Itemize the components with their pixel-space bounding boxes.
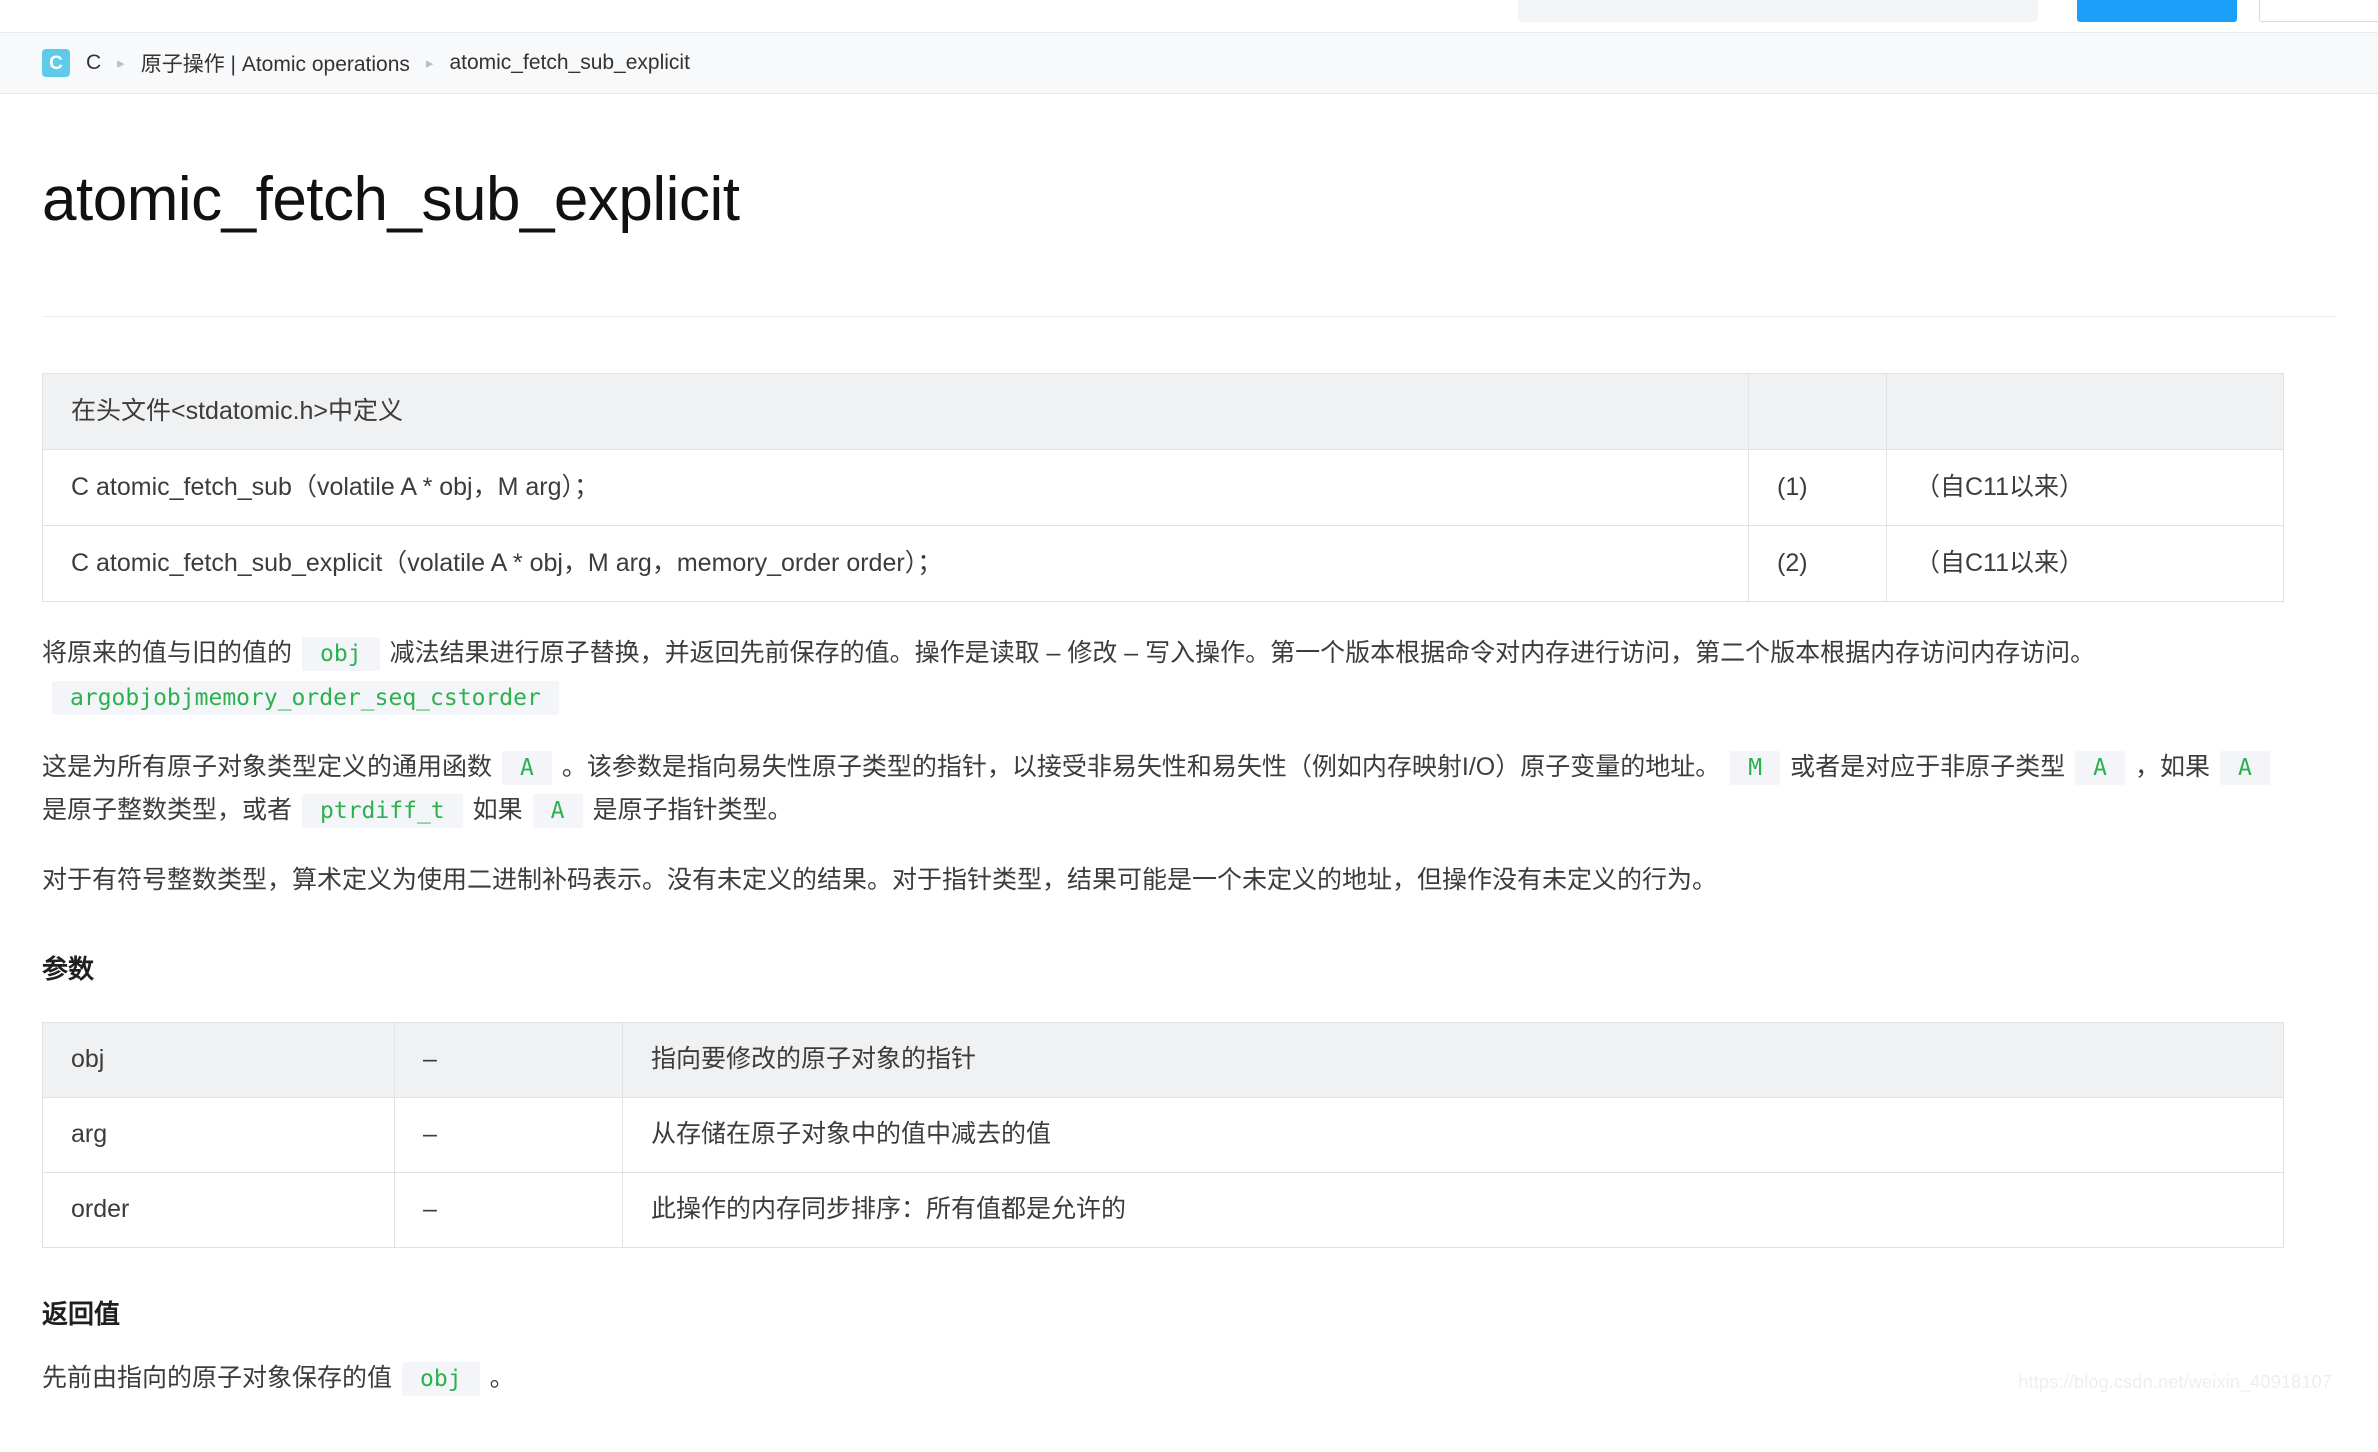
signature-table-header-cell: 在头文件<stdatomic.h>中定义 [43, 374, 1749, 450]
search-input[interactable] [1518, 0, 2038, 22]
para2-text-e: 是原子整数类型，或者 [42, 796, 292, 824]
para2-text-d: ，如果 [2135, 753, 2210, 781]
description-paragraph-2: 这是为所有原子对象类型定义的通用函数 A 。该参数是指向易失性原子类型的指针，以接受… [42, 746, 2283, 834]
table-row: 在头文件<stdatomic.h>中定义 [43, 374, 2284, 450]
inline-code-m: M [1730, 751, 1780, 785]
table-row: C atomic_fetch_sub_explicit（volatile A *… [43, 526, 2284, 602]
signature-cell: C atomic_fetch_sub_explicit（volatile A *… [43, 526, 1749, 602]
param-name: obj [43, 1022, 395, 1097]
para2-text-a: 这是为所有原子对象类型定义的通用函数 [42, 753, 492, 781]
param-dash: – [395, 1172, 623, 1247]
inline-code-argobj: argobjobjmemory_order_seq_cstorder [52, 681, 559, 715]
para2-text-b: 。该参数是指向易失性原子类型的指针，以接受非易失性和易失性（例如内存映射I/O）… [562, 753, 1720, 781]
inline-code-ptrdiff-t: ptrdiff_t [302, 794, 463, 828]
inline-code-a-2: A [2075, 751, 2125, 785]
return-text-b: 。 [490, 1364, 515, 1392]
return-text-a: 先前由指向的原子对象保存的值 [42, 1364, 392, 1392]
para1-text-b: 减法结果进行原子替换，并返回先前保存的值。操作是读取 – 修改 – 写入操作。第… [390, 639, 2096, 667]
description-paragraph-3: 对于有符号整数类型，算术定义为使用二进制补码表示。没有未定义的结果。对于指针类型… [42, 859, 2283, 903]
section-heading-parameters: 参数 [42, 949, 2336, 986]
para2-text-g: 是原子指针类型。 [593, 796, 793, 824]
section-heading-return-value: 返回值 [42, 1294, 2336, 1331]
inline-code-obj: obj [302, 637, 380, 671]
signature-number: (1) [1749, 450, 1887, 526]
page-content: atomic_fetch_sub_explicit 在头文件<stdatomic… [0, 166, 2378, 1401]
breadcrumb-item-c[interactable]: C [86, 51, 101, 75]
param-description: 此操作的内存同步排序：所有值都是允许的 [623, 1172, 2284, 1247]
signature-table-header-num [1749, 374, 1887, 450]
signature-table: 在头文件<stdatomic.h>中定义 C atomic_fetch_sub（… [42, 373, 2284, 602]
description-paragraph-1: 将原来的值与旧的值的 obj 减法结果进行原子替换，并返回先前保存的值。操作是读取 … [42, 632, 2283, 720]
return-value-paragraph: 先前由指向的原子对象保存的值 obj 。 [42, 1357, 2283, 1401]
signature-version: （自C11以来） [1887, 450, 2284, 526]
secondary-action-button[interactable] [2259, 0, 2378, 22]
inline-code-a-3: A [2220, 751, 2270, 785]
page-title: atomic_fetch_sub_explicit [42, 166, 2336, 234]
param-description: 指向要修改的原子对象的指针 [623, 1022, 2284, 1097]
para2-text-f: 如果 [473, 796, 523, 824]
inline-code-a-4: A [533, 794, 583, 828]
signature-number: (2) [1749, 526, 1887, 602]
breadcrumb: C C ▸ 原子操作 | Atomic operations ▸ atomic_… [0, 32, 2378, 94]
breadcrumb-item-current: atomic_fetch_sub_explicit [449, 51, 689, 75]
param-dash: – [395, 1022, 623, 1097]
param-description: 从存储在原子对象中的值中减去的值 [623, 1097, 2284, 1172]
inline-code-obj-return: obj [402, 1362, 480, 1396]
param-dash: – [395, 1097, 623, 1172]
signature-version: （自C11以来） [1887, 526, 2284, 602]
watermark: https://blog.csdn.net/weixin_40918107 [2018, 1372, 2332, 1393]
chevron-right-icon-2: ▸ [426, 56, 434, 71]
para1-text-a: 将原来的值与旧的值的 [42, 639, 292, 667]
parameters-table: obj – 指向要修改的原子对象的指针 arg – 从存储在原子对象中的值中减去… [42, 1022, 2284, 1248]
title-divider [42, 316, 2336, 317]
inline-code-a-1: A [502, 751, 552, 785]
param-name: order [43, 1172, 395, 1247]
table-row: order – 此操作的内存同步排序：所有值都是允许的 [43, 1172, 2284, 1247]
signature-cell: C atomic_fetch_sub（volatile A * obj，M ar… [43, 450, 1749, 526]
table-row: obj – 指向要修改的原子对象的指针 [43, 1022, 2284, 1097]
chevron-right-icon: ▸ [117, 56, 125, 71]
param-name: arg [43, 1097, 395, 1172]
c-language-logo-icon: C [42, 49, 70, 77]
table-row: arg – 从存储在原子对象中的值中减去的值 [43, 1097, 2284, 1172]
primary-action-button[interactable] [2077, 0, 2237, 22]
para2-text-c: 或者是对应于非原子类型 [1790, 753, 2065, 781]
signature-table-header-version [1887, 374, 2284, 450]
table-row: C atomic_fetch_sub（volatile A * obj，M ar… [43, 450, 2284, 526]
breadcrumb-item-atomic-operations[interactable]: 原子操作 | Atomic operations [141, 48, 410, 78]
top-toolbar [0, 0, 2378, 32]
